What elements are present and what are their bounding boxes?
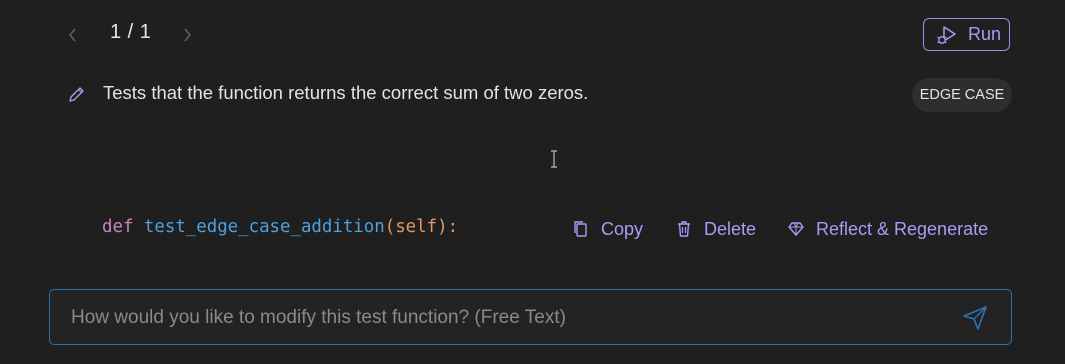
copy-icon: [574, 221, 587, 237]
gem-icon: [788, 222, 804, 236]
trash-icon: [678, 221, 690, 237]
reflect-regenerate-label: Reflect & Regenerate: [816, 218, 989, 239]
play-bug-icon: [937, 25, 956, 44]
next-button[interactable]: [178, 24, 196, 46]
test-description: Tests that the function returns the corr…: [103, 82, 589, 103]
send-button[interactable]: [961, 304, 989, 332]
previous-button[interactable]: [64, 24, 82, 46]
delete-button-label: Delete: [704, 218, 757, 239]
send-icon: [963, 306, 987, 330]
run-button-label: Run: [968, 24, 1002, 44]
page-indicator: 1 / 1: [110, 21, 152, 43]
delete-button[interactable]: Delete: [674, 216, 756, 242]
copy-button[interactable]: Copy: [571, 216, 643, 242]
modify-test-input-container: [49, 289, 1012, 346]
pencil-icon[interactable]: [66, 85, 86, 105]
chevron-right-icon: [184, 28, 192, 42]
code-line-1: def test_edge_case_addition(self):: [102, 217, 459, 237]
chevron-left-icon: [68, 28, 76, 42]
reflect-regenerate-button[interactable]: Reflect & Regenerate: [786, 216, 988, 242]
edge-case-badge: EDGE CASE: [912, 78, 1012, 112]
run-button[interactable]: Run: [923, 18, 1010, 51]
text-cursor-icon: [549, 150, 559, 168]
modify-test-input[interactable]: [69, 290, 953, 346]
copy-button-label: Copy: [601, 218, 644, 239]
